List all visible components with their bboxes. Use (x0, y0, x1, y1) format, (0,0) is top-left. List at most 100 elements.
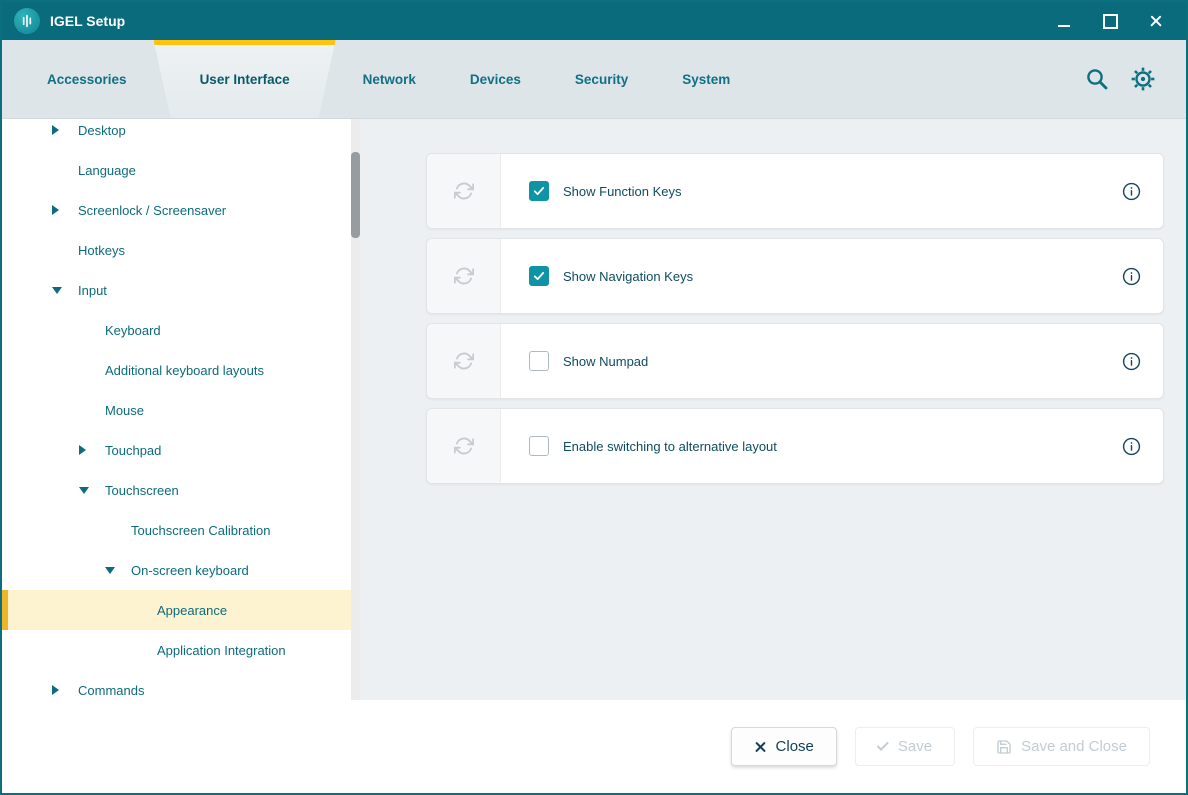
sidebar-item-keyboard[interactable]: Keyboard (2, 310, 360, 350)
tab-bar: Accessories User Interface Network Devic… (2, 40, 1186, 119)
sidebar-item-touchscreen[interactable]: Touchscreen (2, 470, 360, 510)
sidebar-item-label: Screenlock / Screensaver (78, 203, 226, 218)
chevron-icon[interactable] (52, 125, 78, 135)
sidebar-item-additional-keyboard-layouts[interactable]: Additional keyboard layouts (2, 350, 360, 390)
tab-user-interface[interactable]: User Interface (154, 40, 336, 118)
sidebar-item-label: Input (78, 283, 107, 298)
sidebar-item-application-integration[interactable]: Application Integration (2, 630, 360, 670)
sidebar-item-label: On-screen keyboard (131, 563, 249, 578)
tab-label: Network (363, 72, 416, 87)
check-icon (532, 184, 546, 198)
sidebar-item-touchpad[interactable]: Touchpad (2, 430, 360, 470)
sidebar-item-desktop[interactable]: Desktop (2, 119, 360, 150)
setting-label: Enable switching to alternative layout (563, 439, 777, 454)
sidebar-item-label: Language (78, 163, 136, 178)
chevron-icon[interactable] (105, 567, 131, 574)
button-label: Save (898, 738, 932, 755)
sidebar-item-label: Keyboard (105, 323, 161, 338)
reset-icon (454, 351, 474, 371)
sidebar-scrollbar-thumb[interactable] (351, 152, 360, 238)
tab-label: System (682, 72, 730, 87)
sidebar-item-on-screen-keyboard[interactable]: On-screen keyboard (2, 550, 360, 590)
reset-icon (454, 181, 474, 201)
floppy-icon (996, 739, 1012, 755)
sidebar-item-label: Touchscreen (105, 483, 179, 498)
window-title: IGEL Setup (50, 13, 125, 29)
sidebar-item-label: Additional keyboard layouts (105, 363, 264, 378)
window-controls (1056, 13, 1174, 29)
close-icon[interactable] (1148, 13, 1164, 29)
sidebar-item-screenlock-screensaver[interactable]: Screenlock / Screensaver (2, 190, 360, 230)
button-label: Save and Close (1021, 738, 1127, 755)
info-icon[interactable] (1122, 182, 1141, 201)
setting-control: Show Numpad (501, 351, 1122, 371)
titlebar: IGEL Setup (2, 2, 1186, 40)
setting-label: Show Function Keys (563, 184, 682, 199)
reset-parameter-button[interactable] (427, 409, 501, 483)
info-icon[interactable] (1122, 267, 1141, 286)
sidebar-item-hotkeys[interactable]: Hotkeys (2, 230, 360, 270)
sidebar-item-label: Application Integration (157, 643, 286, 658)
sidebar-item-touchscreen-calibration[interactable]: Touchscreen Calibration (2, 510, 360, 550)
igel-logo-icon (14, 8, 40, 34)
setting-label: Show Numpad (563, 354, 648, 369)
setting-label: Show Navigation Keys (563, 269, 693, 284)
info-icon[interactable] (1122, 352, 1141, 371)
search-icon[interactable] (1084, 66, 1110, 92)
check-icon (877, 738, 889, 750)
sidebar-item-commands[interactable]: Commands (2, 670, 360, 700)
tab-system[interactable]: System (655, 40, 757, 118)
sidebar-item-label: Touchscreen Calibration (131, 523, 270, 538)
chevron-icon[interactable] (79, 445, 105, 455)
sidebar-item-label: Appearance (157, 603, 227, 618)
save-button[interactable]: Save (855, 727, 955, 766)
tab-label: User Interface (200, 72, 290, 87)
setting-control: Show Navigation Keys (501, 266, 1122, 286)
checkbox-show-function-keys[interactable] (529, 181, 549, 201)
sidebar-item-input[interactable]: Input (2, 270, 360, 310)
check-icon (532, 269, 546, 283)
gear-eye-icon[interactable] (1130, 66, 1156, 92)
reset-parameter-button[interactable] (427, 324, 501, 398)
igel-setup-window: IGEL Setup Accessories User Interface Ne… (0, 0, 1188, 795)
sidebar-item-label: Commands (78, 683, 144, 698)
setting-row-show-function-keys: Show Function Keys (426, 153, 1164, 229)
reset-parameter-button[interactable] (427, 239, 501, 313)
chevron-icon[interactable] (52, 685, 78, 695)
reset-icon (454, 266, 474, 286)
close-x-icon (754, 740, 767, 753)
chevron-icon[interactable] (52, 205, 78, 215)
sidebar-item-language[interactable]: Language (2, 150, 360, 190)
minimize-icon[interactable] (1056, 13, 1072, 29)
checkbox-show-navigation-keys[interactable] (529, 266, 549, 286)
sidebar-item-label: Mouse (105, 403, 144, 418)
checkbox-show-numpad[interactable] (529, 351, 549, 371)
tab-network[interactable]: Network (336, 40, 443, 118)
setting-row-show-navigation-keys: Show Navigation Keys (426, 238, 1164, 314)
chevron-icon[interactable] (79, 487, 105, 494)
setting-control: Enable switching to alternative layout (501, 436, 1122, 456)
sidebar-navigation: Desktop Language Screenlock / Screensave… (2, 119, 360, 700)
tab-security[interactable]: Security (548, 40, 655, 118)
info-icon[interactable] (1122, 437, 1141, 456)
maximize-icon[interactable] (1102, 13, 1118, 29)
tab-devices[interactable]: Devices (443, 40, 548, 118)
tab-label: Security (575, 72, 628, 87)
tab-label: Accessories (47, 72, 127, 87)
sidebar-item-appearance[interactable]: Appearance (2, 590, 360, 630)
tab-label: Devices (470, 72, 521, 87)
close-button[interactable]: Close (731, 727, 837, 766)
sidebar-item-mouse[interactable]: Mouse (2, 390, 360, 430)
settings-tree: Desktop Language Screenlock / Screensave… (2, 119, 360, 700)
checkbox-enable-alternative-layout[interactable] (529, 436, 549, 456)
footer-button-bar: Close Save Save and Close (2, 700, 1186, 793)
setting-row-show-numpad: Show Numpad (426, 323, 1164, 399)
content-area: Desktop Language Screenlock / Screensave… (2, 119, 1186, 700)
sidebar-item-label: Hotkeys (78, 243, 125, 258)
save-and-close-button[interactable]: Save and Close (973, 727, 1150, 766)
sidebar-item-label: Touchpad (105, 443, 161, 458)
sidebar-scrollbar-track[interactable] (351, 119, 360, 700)
reset-parameter-button[interactable] (427, 154, 501, 228)
chevron-icon[interactable] (52, 287, 78, 294)
tab-accessories[interactable]: Accessories (20, 40, 154, 118)
